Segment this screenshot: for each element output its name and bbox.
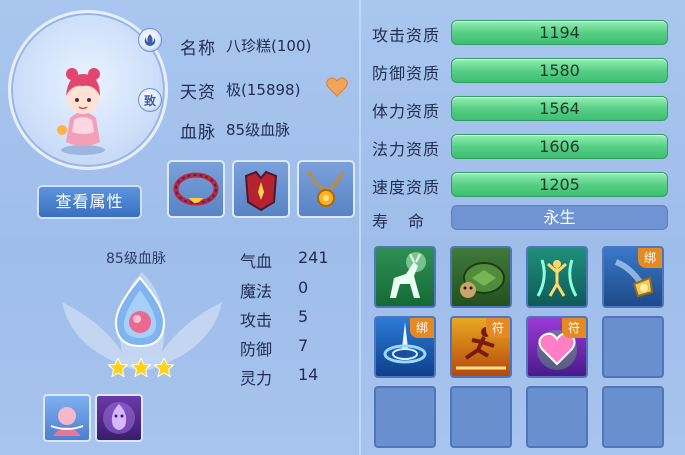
star-icon: [154, 358, 174, 377]
magic-aptitude-label: 法力资质: [372, 140, 441, 159]
stat-spirit-label: 灵力: [240, 369, 273, 388]
stat-attack-label: 攻击: [240, 311, 273, 330]
bloodline-label: 血脉: [180, 123, 216, 143]
stamina-aptitude-bar: 1564: [451, 96, 668, 121]
skill-slot-7[interactable]: 符: [526, 316, 588, 378]
element-badge-icon: [138, 28, 162, 52]
view-attributes-button[interactable]: 查看属性: [37, 185, 142, 219]
name-label: 名称: [180, 39, 216, 59]
equipment-slot-necklace[interactable]: [297, 160, 355, 218]
speed-aptitude-label: 速度资质: [372, 178, 441, 197]
stat-hp-value: 241: [298, 248, 329, 267]
stat-hp-label: 气血: [240, 252, 273, 271]
lifespan-label: 寿命: [372, 212, 445, 231]
stat-defense-label: 防御: [240, 340, 273, 359]
equipment-slot-armor[interactable]: [232, 160, 290, 218]
skill-slot-5[interactable]: 绑: [374, 316, 436, 378]
collar-icon: [173, 172, 219, 206]
bloodline-gem-icon: [114, 276, 166, 348]
shadow-skill-icon: [103, 402, 135, 434]
talisman-tag: 符: [486, 318, 510, 338]
bound-tag: 绑: [410, 318, 434, 338]
stat-attack-value: 5: [298, 307, 309, 326]
bloodline-skill-slot[interactable]: [43, 394, 91, 442]
panel-divider: [359, 0, 361, 455]
bloodline-skill-slot[interactable]: [95, 394, 143, 442]
rank-badge: 致: [138, 88, 162, 112]
lifespan-value: 永生: [451, 205, 668, 230]
necklace-icon: [307, 171, 345, 207]
empty-skill-slot[interactable]: [526, 386, 588, 448]
talisman-tag: 符: [562, 318, 586, 338]
stat-defense-value: 7: [298, 336, 309, 355]
magic-aptitude-bar: 1606: [451, 134, 668, 159]
skill-slot-3[interactable]: [526, 246, 588, 308]
deer-skill-icon: [390, 252, 426, 298]
stat-mp-label: 魔法: [240, 282, 273, 301]
skill-slot-1[interactable]: [374, 246, 436, 308]
attack-aptitude-bar: 1194: [451, 20, 668, 45]
defense-aptitude-bar: 1580: [451, 58, 668, 83]
skill-slot-6[interactable]: 符: [450, 316, 512, 378]
armor-icon: [244, 170, 278, 212]
defense-aptitude-label: 防御资质: [372, 64, 441, 83]
attack-aptitude-label: 攻击资质: [372, 26, 441, 45]
stat-mp-value: 0: [298, 278, 309, 297]
bloodline-value: 85级血脉: [226, 121, 291, 139]
skill-slot-4[interactable]: 绑: [602, 246, 664, 308]
empty-skill-slot[interactable]: [602, 386, 664, 448]
empty-skill-slot[interactable]: [374, 386, 436, 448]
skill-slot-2[interactable]: [450, 246, 512, 308]
pet-name-value: 八珍糕(100): [226, 37, 312, 55]
pet-figure-image: [57, 68, 105, 155]
empty-skill-slot[interactable]: [602, 316, 664, 378]
bound-tag: 绑: [638, 248, 662, 268]
dance-skill-icon: [536, 259, 578, 297]
aptitude-label: 天资: [180, 83, 216, 103]
speed-aptitude-bar: 1205: [451, 172, 668, 197]
stamina-aptitude-label: 体力资质: [372, 102, 441, 121]
turtle-skill-icon: [460, 262, 505, 298]
bloodline-pet-skill-icon: [50, 407, 84, 436]
stat-spirit-value: 14: [298, 365, 319, 384]
aptitude-value: 极(15898): [226, 81, 301, 99]
heart-icon[interactable]: [326, 77, 348, 97]
star-icon: [131, 358, 151, 377]
empty-skill-slot[interactable]: [450, 386, 512, 448]
equipment-slot-collar[interactable]: [167, 160, 225, 218]
star-icon: [108, 358, 128, 377]
